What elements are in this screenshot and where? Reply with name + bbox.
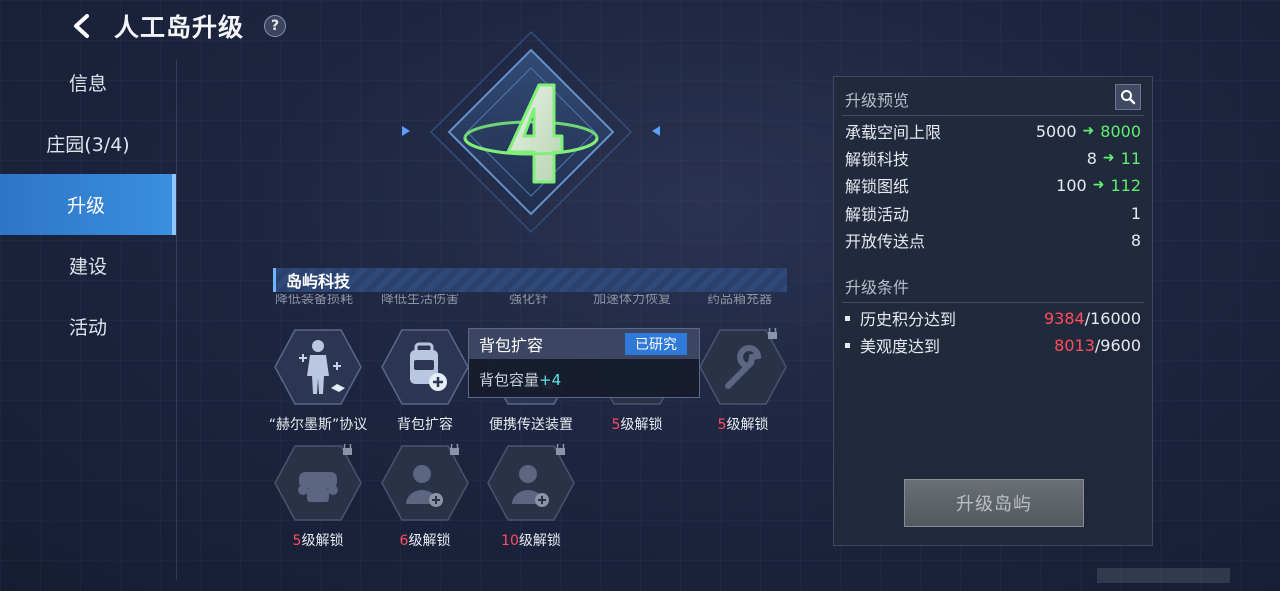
back-button[interactable] <box>64 8 100 44</box>
researched-badge: 已研究 <box>625 333 687 355</box>
tech-tooltip: 背包扩容 已研究 背包容量+4 <box>468 328 700 398</box>
help-button[interactable]: ? <box>264 15 287 37</box>
stat-row-blueprint: 解锁图纸 100 ➜ 112 <box>845 175 1141 197</box>
bullet-icon <box>845 315 850 321</box>
stat-row-teleport: 开放传送点 8 <box>845 230 1141 252</box>
search-button[interactable] <box>1115 84 1141 110</box>
tech-label: 背包扩容 <box>397 417 453 433</box>
tech-item-locked-5c[interactable]: 5级解锁 <box>263 441 373 550</box>
conditions-title: 升级条件 <box>845 278 910 297</box>
sidebar-item-build[interactable]: 建设 <box>0 235 176 296</box>
preview-title: 升级预览 <box>845 91 910 110</box>
sidebar: 信息 庄园(3/4) 升级 建设 活动 <box>0 52 176 357</box>
condition-row-beauty: 美观度达到 8013/9600 <box>845 334 1141 356</box>
faded-label: 降低装备损耗 <box>275 294 354 306</box>
sidebar-item-info[interactable]: 信息 <box>0 52 176 113</box>
faded-label: 降低生活伤害 <box>381 294 460 306</box>
tech-label-locked: 5级解锁 <box>611 417 663 433</box>
tech-label-locked: 6级解锁 <box>399 533 451 549</box>
tech-item-hermes[interactable]: “赫尔墨斯”协议 <box>263 328 373 434</box>
tech-label-locked: 10级解锁 <box>501 533 561 549</box>
island-tech-header: 岛屿科技 <box>273 268 787 292</box>
island-level-emblem <box>402 30 660 234</box>
faded-label: 药品箱充器 <box>707 294 773 306</box>
sidebar-item-upgrade[interactable]: 升级 <box>0 174 176 235</box>
search-icon <box>1121 90 1136 105</box>
tech-item-locked-6[interactable]: 6级解锁 <box>370 441 480 550</box>
condition-row-score: 历史积分达到 9384/16000 <box>845 307 1141 329</box>
divider <box>842 115 1144 116</box>
tech-item-locked-5b[interactable]: 5级解锁 <box>688 325 798 434</box>
arrow-right-icon: ➜ <box>1082 123 1095 139</box>
backpack-plus-icon <box>381 329 469 405</box>
faded-label: 加速体力恢复 <box>593 294 672 306</box>
upgrade-preview-panel: 升级预览 承载空间上限 5000 ➜ 8000 解锁科技 8 ➜ 11 解锁图纸 100… <box>833 76 1153 546</box>
tech-label-locked: 5级解锁 <box>292 533 344 549</box>
header: 人工岛升级 ? <box>64 8 287 44</box>
page-title: 人工岛升级 <box>114 13 245 42</box>
tech-label: 便携传送装置 <box>489 417 573 433</box>
arrow-right-icon: ➜ <box>1092 177 1105 193</box>
back-arrow-icon <box>74 14 89 38</box>
sidebar-item-manor[interactable]: 庄园(3/4) <box>0 113 176 174</box>
faded-label: 强化针 <box>509 294 549 306</box>
person-plus-locked-icon <box>381 441 469 521</box>
bullet-icon <box>845 342 850 348</box>
sidebar-divider <box>176 60 177 580</box>
tooltip-title: 背包扩容 <box>479 336 544 355</box>
stat-row-activity: 解锁活动 1 <box>845 203 1141 225</box>
watermark-blur <box>1097 568 1230 583</box>
tooltip-header: 背包扩容 已研究 <box>469 329 699 359</box>
tech-label: “赫尔墨斯”协议 <box>268 417 368 433</box>
vehicle-locked-icon <box>274 441 362 521</box>
person-plus-locked-icon <box>487 441 575 521</box>
human-figure-icon <box>274 329 362 405</box>
stat-row-capacity: 承载空间上限 5000 ➜ 8000 <box>845 121 1141 143</box>
tech-label-locked: 5级解锁 <box>717 417 769 433</box>
tech-item-locked-10[interactable]: 10级解锁 <box>476 441 586 550</box>
sidebar-item-activity[interactable]: 活动 <box>0 296 176 357</box>
arrow-right-icon: ➜ <box>1102 150 1115 166</box>
upgrade-island-button[interactable]: 升级岛屿 <box>904 479 1084 527</box>
tech-item-backpack[interactable]: 背包扩容 <box>370 328 480 434</box>
wrench-locked-icon <box>699 325 787 405</box>
faded-tech-labels: 降低装备损耗 降低生活伤害 强化针 加速体力恢复 药品箱充器 <box>273 294 787 306</box>
divider <box>842 302 1144 303</box>
tooltip-description: 背包容量+4 <box>479 371 562 389</box>
stat-row-tech: 解锁科技 8 ➜ 11 <box>845 148 1141 170</box>
